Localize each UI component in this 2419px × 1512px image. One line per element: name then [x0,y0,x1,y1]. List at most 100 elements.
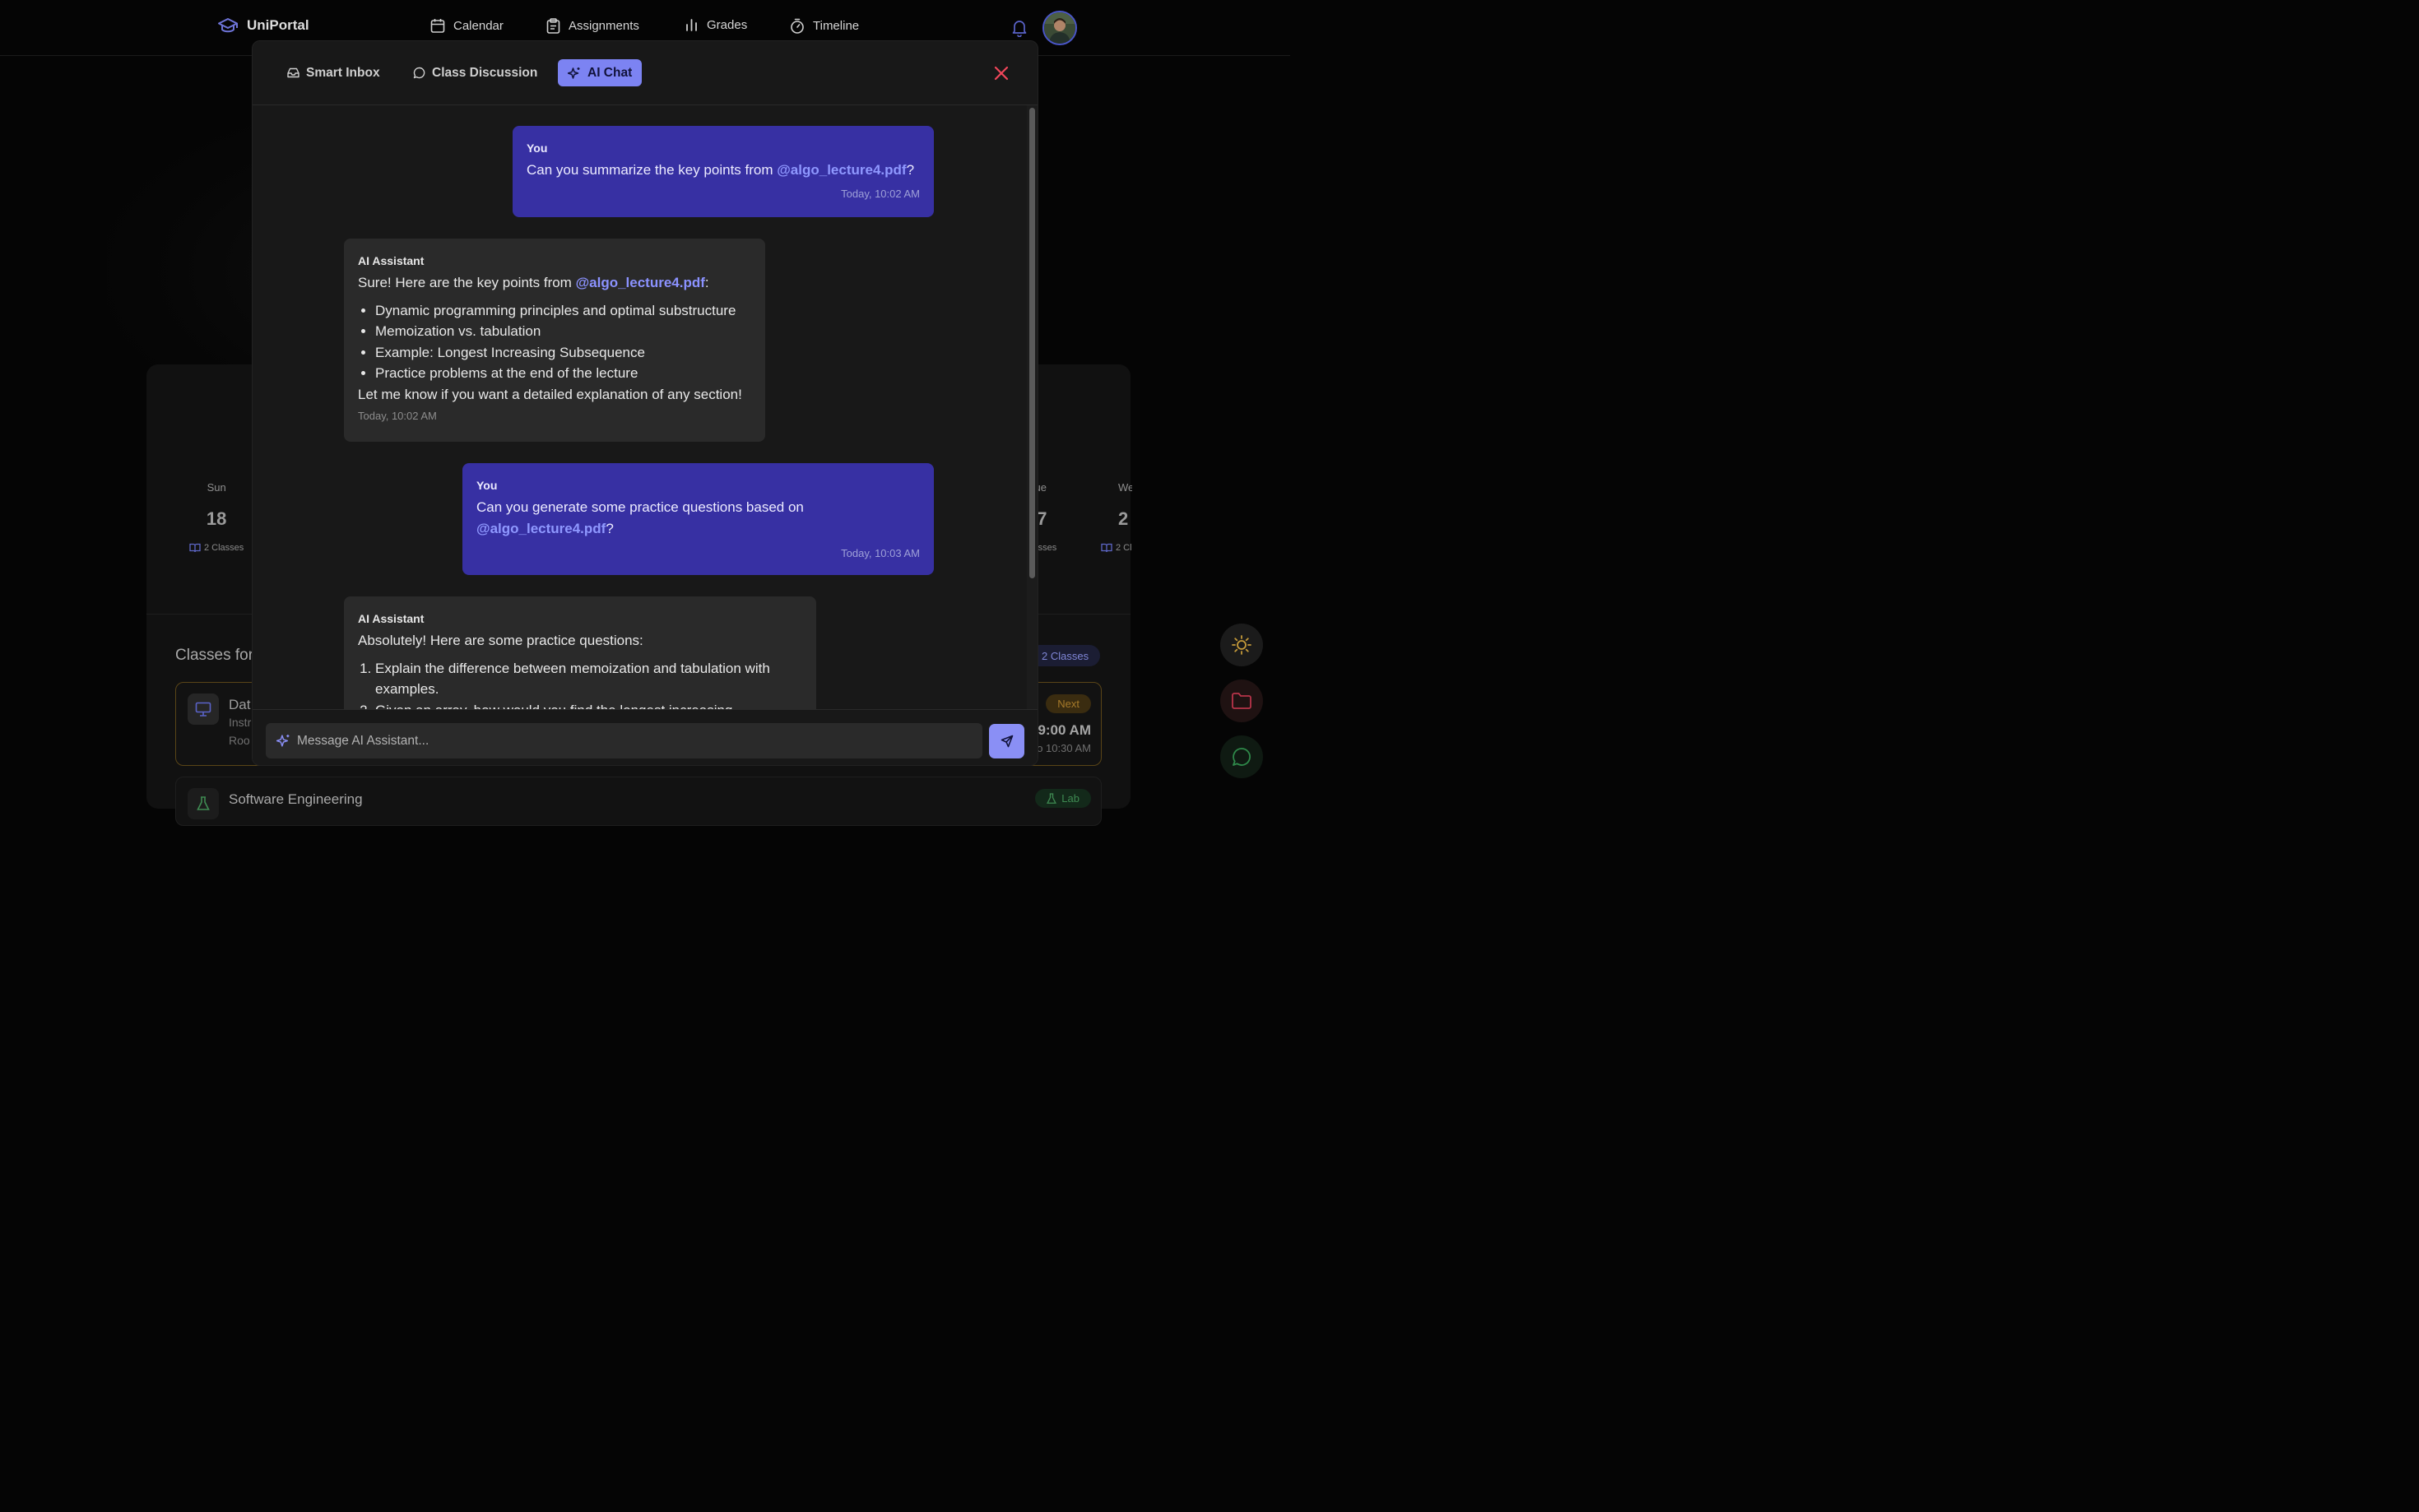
tab-ai-chat[interactable]: AI Chat [558,59,643,86]
nav-grades[interactable]: Grades [685,18,747,32]
day-class-count: 2 Classes [1101,543,1132,553]
practice-questions-list: Explain the difference between memoizati… [358,658,802,710]
files-button[interactable] [1220,679,1263,722]
class-card-lab[interactable]: Software Engineering Lab [175,777,1102,826]
message-time: Today, 10:02 AM [358,410,437,422]
message-text: Can you summarize the key points from [527,162,778,178]
theme-toggle-button[interactable] [1220,624,1263,666]
next-badge: Next [1046,694,1091,713]
folder-icon [1231,692,1252,710]
tab-smart-inbox[interactable]: Smart Inbox [277,59,390,86]
list-item: Example: Longest Increasing Subsequence [375,342,751,364]
book-icon [1101,543,1112,553]
nav-timeline-label: Timeline [813,19,860,33]
tab-label: Smart Inbox [306,65,380,80]
chat-message-ai: AI Assistant Sure! Here are the key poin… [344,239,765,442]
book-icon [189,543,201,553]
day-count-label: 2 Classes [1116,543,1132,553]
tab-label: AI Chat [587,65,633,80]
presentation-icon [188,693,219,725]
day-class-count: 2 Classes [189,543,244,553]
brand[interactable]: UniPortal [217,16,309,35]
message-body: Absolutely! Here are some practice quest… [358,633,643,648]
tab-label: Class Discussion [432,65,538,80]
nav-grades-label: Grades [707,18,748,32]
message-text: Can you generate some practice questions… [476,499,804,515]
avatar[interactable] [1042,11,1077,45]
day-sun[interactable]: Sun 18 2 Classes [189,481,244,553]
class-end-time: o 10:30 AM [1037,742,1091,754]
list-item: Given an array, how would you find the l… [375,700,802,710]
chat-message-user: You Can you summarize the key points fro… [513,126,934,217]
class-instructor: Instr [229,716,252,729]
sun-icon [1231,634,1252,656]
class-start-time: 9:00 AM [1038,722,1091,738]
send-button[interactable] [989,724,1024,758]
nav-timeline[interactable]: Timeline [790,18,859,34]
scrollbar-thumb[interactable] [1029,108,1035,578]
message-sender: AI Assistant [358,254,425,267]
message-body: Can you summarize the key points from @a… [527,160,920,181]
message-text: : [704,275,709,290]
nav-assignments[interactable]: Assignments [546,18,639,34]
chat-messages[interactable]: You Can you summarize the key points fro… [253,105,1026,709]
day-name: Sun [207,481,226,494]
chat-message-user: You Can you generate some practice quest… [462,463,934,575]
chat-modal: Smart Inbox Class Discussion AI Chat You… [252,40,1038,766]
calendar-icon [430,18,445,34]
key-points-list: Dynamic programming principles and optim… [358,300,751,384]
nav-calendar[interactable]: Calendar [430,18,504,34]
message-closing: Let me know if you want a detailed expla… [358,386,742,402]
file-mention[interactable]: @algo_lecture4.pdf [576,275,705,290]
nav-assignments-label: Assignments [569,19,639,33]
chat-button[interactable] [1220,735,1263,778]
classes-count-badge: 2 Classes [1028,645,1101,666]
graduation-cap-icon [217,16,239,35]
message-text: ? [906,162,915,178]
day-name: Wed [1118,481,1132,494]
file-mention[interactable]: @algo_lecture4.pdf [476,521,606,536]
day-wed[interactable]: Wed 2 2 Classes [1101,481,1132,553]
class-name: Software Engineering [229,791,363,807]
brand-name: UniPortal [247,17,309,33]
list-item: Explain the difference between memoizati… [375,658,802,700]
lab-badge-label: Lab [1061,792,1079,805]
flask-icon [1047,792,1057,805]
lab-badge: Lab [1035,789,1091,808]
list-item: Memoization vs. tabulation [375,321,751,342]
message-sender: You [476,479,498,492]
sparkles-icon [568,67,581,80]
class-room: Roo [229,734,250,747]
day-count-label: 2 Classes [204,543,244,553]
tab-class-discussion[interactable]: Class Discussion [403,59,547,86]
close-button[interactable] [991,63,1011,83]
bell-icon[interactable] [1011,19,1028,37]
send-icon [1001,735,1014,748]
flask-icon [188,788,219,819]
message-time: Today, 10:02 AM [841,187,920,200]
nav-calendar-label: Calendar [453,19,504,33]
list-item: Dynamic programming principles and optim… [375,300,751,322]
modal-header: Smart Inbox Class Discussion AI Chat [253,41,1038,105]
message-body: Can you generate some practice questions… [476,497,920,539]
message-circle-icon [1231,746,1252,768]
clipboard-icon [546,18,560,34]
composer [266,723,982,758]
timer-icon [790,18,805,34]
list-item: Practice problems at the end of the lect… [375,363,751,384]
file-mention[interactable]: @algo_lecture4.pdf [777,162,906,178]
bar-chart-icon [685,18,699,32]
message-text: Sure! Here are the key points from [358,275,576,290]
message-sender: You [527,141,548,155]
message-input[interactable] [297,733,955,749]
message-circle-icon [413,67,425,79]
day-number: 18 [206,508,227,529]
classes-section-title: Classes for [175,647,254,664]
close-icon [991,63,1011,83]
sparkles-icon [276,734,290,748]
message-sender: AI Assistant [358,612,425,625]
message-time: Today, 10:03 AM [841,547,920,559]
chat-message-ai: AI Assistant Absolutely! Here are some p… [344,596,816,709]
inbox-icon [287,67,299,78]
message-text: ? [606,520,614,536]
